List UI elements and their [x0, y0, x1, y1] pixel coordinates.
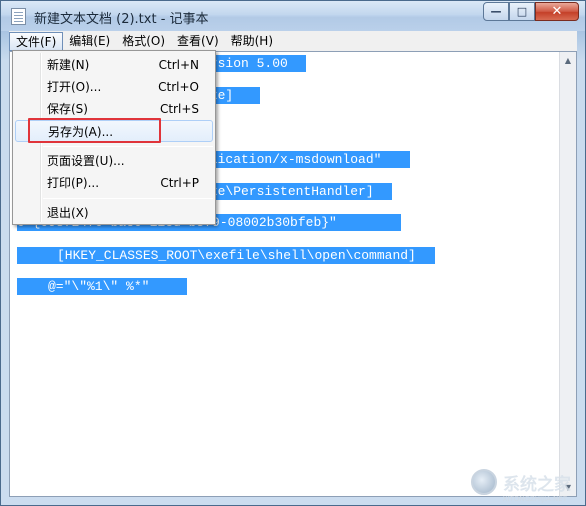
menu-item-new[interactable]: 新建(N) Ctrl+N — [15, 54, 213, 76]
menu-help[interactable]: 帮助(H) — [225, 32, 279, 51]
watermark-logo-icon — [471, 469, 497, 495]
close-button[interactable]: ✕ — [535, 2, 579, 21]
text-line-content: [HKEY_CLASSES_ROOT\exefile\shell\open\co… — [57, 248, 416, 263]
menu-separator — [43, 198, 213, 199]
menu-item-print[interactable]: 打印(P)... Ctrl+P — [15, 172, 213, 194]
menu-format[interactable]: 格式(O) — [116, 32, 171, 51]
menu-file[interactable]: 文件(F) — [9, 31, 64, 51]
menu-bar: 文件(F) 编辑(E) 格式(O) 查看(V) 帮助(H) — [9, 31, 577, 51]
annotation-highlight-box — [28, 118, 161, 143]
text-line-content: @="\"%1\" %*" — [48, 279, 150, 294]
notepad-icon — [11, 8, 26, 25]
vertical-scrollbar[interactable]: ▲ ▼ — [559, 52, 576, 496]
menu-item-label: 打印(P)... — [47, 176, 100, 190]
menu-item-page-setup[interactable]: 页面设置(U)... — [15, 150, 213, 172]
menu-item-shortcut: Ctrl+P — [160, 176, 199, 190]
window-title: 新建文本文档 (2).txt - 记事本 — [34, 12, 209, 27]
menu-item-label: 退出(X) — [47, 206, 89, 220]
maximize-button[interactable]: □ — [509, 2, 535, 21]
notepad-window: 新建文本文档 (2).txt - 记事本 — □ ✕ 文件(F) 编辑(E) 格… — [0, 0, 586, 506]
menu-edit[interactable]: 编辑(E) — [63, 32, 116, 51]
menu-item-shortcut: Ctrl+O — [158, 80, 199, 94]
text-line[interactable]: plication/x-msdownload" — [202, 151, 410, 168]
title-bar[interactable]: 新建文本文档 (2).txt - 记事本 — □ ✕ — [1, 1, 585, 31]
watermark: 系统之家 XITONGZHIJIA.NET — [471, 469, 571, 503]
menu-item-save[interactable]: 保存(S) Ctrl+S — [15, 98, 213, 120]
menu-item-shortcut: Ctrl+S — [159, 102, 199, 116]
menu-item-label: 新建(N) — [47, 58, 90, 72]
text-line[interactable]: exe\PersistentHandler] — [202, 183, 392, 200]
menu-item-label: 保存(S) — [47, 102, 88, 116]
watermark-subtext: XITONGZHIJIA.NET — [502, 495, 567, 503]
scroll-up-icon[interactable]: ▲ — [560, 52, 576, 69]
text-line[interactable]: [HKEY_CLASSES_ROOT\exefile\shell\open\co… — [17, 247, 435, 264]
text-line[interactable]: ersion 5.00 — [202, 55, 306, 72]
minimize-button[interactable]: — — [483, 2, 509, 21]
caption-buttons: — □ ✕ — [483, 2, 579, 21]
watermark-text: 系统之家 — [503, 474, 571, 495]
menu-item-label: 打开(O)... — [47, 80, 102, 94]
text-line[interactable]: @="\"%1\" %*" — [17, 278, 187, 295]
menu-view[interactable]: 查看(V) — [171, 32, 225, 51]
menu-item-shortcut: Ctrl+N — [158, 58, 199, 72]
menu-separator — [43, 146, 213, 147]
menu-item-open[interactable]: 打开(O)... Ctrl+O — [15, 76, 213, 98]
menu-item-exit[interactable]: 退出(X) — [15, 202, 213, 224]
menu-item-label: 页面设置(U)... — [47, 154, 125, 168]
